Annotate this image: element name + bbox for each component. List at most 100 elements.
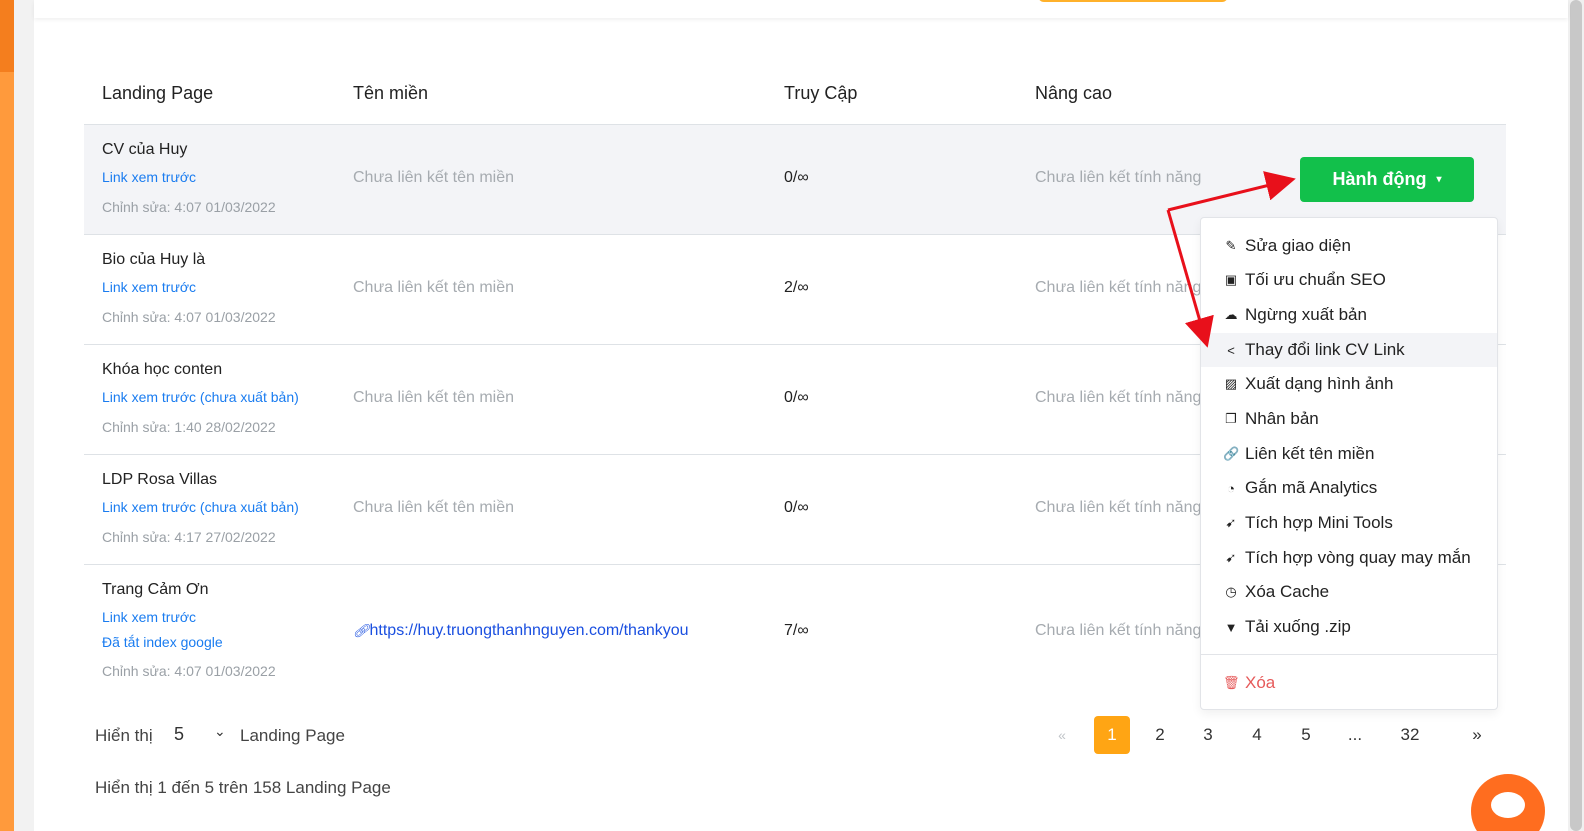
menu-item-label: Xóa Cache — [1245, 582, 1330, 601]
access-count: 0/∞ — [784, 389, 809, 406]
rocket-icon: ➹ — [1225, 550, 1237, 565]
advanced-status: Chưa liên kết tính năng — [1035, 169, 1202, 186]
chevron-down-icon[interactable]: ⌄ — [214, 724, 226, 740]
pagination-page-3[interactable]: 3 — [1190, 716, 1226, 754]
preview-link[interactable]: Link xem trước (chưa xuất bản) — [102, 389, 299, 405]
page-size-label: Hiển thị — [95, 726, 153, 745]
menu-item-seo[interactable]: ▣ Tối ưu chuẩn SEO — [1201, 263, 1497, 297]
pagination-page-1[interactable]: 1 — [1094, 716, 1130, 754]
sidebar-edge — [0, 0, 14, 831]
menu-item-label: Thay đổi link CV Link — [1245, 340, 1405, 359]
landing-page-name[interactable]: Khóa học conten — [102, 361, 222, 379]
domain-status: Chưa liên kết tên miền — [353, 279, 515, 296]
menu-item-label: Tải xuống .zip — [1245, 617, 1351, 636]
menu-item-clear-cache[interactable]: ◷ Xóa Cache — [1201, 575, 1497, 609]
landing-page-name[interactable]: LDP Rosa Villas — [102, 471, 217, 489]
clock-icon: ◷ — [1225, 584, 1237, 599]
edited-time: Chỉnh sửa: 4:07 01/03/2022 — [102, 199, 276, 215]
landing-page-name[interactable]: Bio của Huy là — [102, 251, 205, 269]
menu-item-label: Xóa — [1245, 673, 1276, 692]
menu-item-label: Tích hợp vòng quay may mắn — [1245, 548, 1471, 567]
menu-item-label: Sửa giao diện — [1245, 236, 1351, 255]
link-icon: 🔗 — [1223, 446, 1240, 461]
top-bar-button[interactable] — [1038, 0, 1228, 2]
pagination-next[interactable]: » — [1459, 716, 1495, 754]
domain-status: Chưa liên kết tên miền — [353, 499, 515, 516]
menu-item-label: Gắn mã Analytics — [1245, 478, 1378, 497]
pagination-prev[interactable]: « — [1044, 716, 1080, 754]
pagination-page-5[interactable]: 5 — [1288, 716, 1324, 754]
download-icon: ▼ — [1224, 619, 1238, 635]
chat-icon — [1491, 792, 1525, 818]
menu-item-label: Tích hợp Mini Tools — [1245, 513, 1393, 532]
preview-link[interactable]: Link xem trước (chưa xuất bản) — [102, 499, 299, 515]
cloud-upload-icon: ☁ — [1224, 307, 1238, 322]
menu-item-delete[interactable]: 🗑 Xóa — [1201, 666, 1497, 700]
rocket-icon: ➹ — [1225, 515, 1237, 530]
preview-link[interactable]: Link xem trước — [102, 279, 196, 295]
preview-link[interactable]: Link xem trước — [102, 609, 196, 625]
share-icon: < — [1227, 342, 1235, 358]
access-count: 7/∞ — [784, 622, 809, 639]
vertical-scrollbar[interactable] — [1568, 0, 1584, 831]
scrollbar-thumb[interactable] — [1570, 0, 1582, 831]
menu-item-analytics[interactable]: ◔ Gắn mã Analytics — [1201, 471, 1497, 505]
access-count: 0/∞ — [784, 499, 809, 516]
domain-url[interactable]: https://huy.truongthanhnguyen.com/thanky… — [370, 622, 689, 639]
domain-status: Chưa liên kết tên miền — [353, 169, 515, 186]
domain-link[interactable]: 🔗︎https://huy.truongthanhnguyen.com/than… — [353, 622, 689, 640]
seo-icon: ▣ — [1224, 272, 1238, 287]
edit-design-icon: ✎ — [1225, 238, 1237, 253]
page-size-select[interactable]: 5 — [174, 724, 184, 745]
menu-item-link-domain[interactable]: 🔗 Liên kết tên miền — [1201, 437, 1497, 471]
menu-item-change-cv-link[interactable]: < Thay đổi link CV Link — [1201, 333, 1497, 367]
pagination-ellipsis: ... — [1347, 725, 1363, 744]
sidebar-edge-top — [0, 0, 14, 72]
menu-item-duplicate[interactable]: ❐ Nhân bản — [1201, 402, 1497, 436]
link-icon: 🔗︎ — [353, 623, 370, 638]
domain-status: Chưa liên kết tên miền — [353, 389, 515, 406]
edited-time: Chỉnh sửa: 4:07 01/03/2022 — [102, 309, 276, 325]
access-count: 0/∞ — [784, 169, 809, 186]
landing-page-name[interactable]: Trang Cảm Ơn — [102, 581, 209, 599]
menu-item-label: Ngừng xuất bản — [1245, 305, 1367, 324]
edited-time: Chỉnh sửa: 4:17 27/02/2022 — [102, 529, 276, 545]
menu-item-edit-design[interactable]: ✎ Sửa giao diện — [1201, 229, 1497, 263]
menu-item-mini-tools[interactable]: ➹ Tích hợp Mini Tools — [1201, 506, 1497, 540]
menu-item-label: Liên kết tên miền — [1245, 444, 1375, 463]
advanced-status: Chưa liên kết tính năng — [1035, 499, 1202, 516]
menu-item-download-zip[interactable]: ▼ Tải xuống .zip — [1201, 610, 1497, 644]
pagination-page-2[interactable]: 2 — [1142, 716, 1178, 754]
pagination-page-4[interactable]: 4 — [1239, 716, 1275, 754]
results-summary: Hiển thị 1 đến 5 trên 158 Landing Page — [95, 778, 391, 797]
access-count: 2/∞ — [784, 279, 809, 296]
menu-item-export-image[interactable]: ▨ Xuất dạng hình ảnh — [1201, 367, 1497, 401]
trash-icon: 🗑 — [1223, 675, 1240, 690]
edited-time: Chỉnh sửa: 1:40 28/02/2022 — [102, 419, 276, 435]
header-advanced: Nâng cao — [1035, 83, 1113, 103]
menu-item-lucky-wheel[interactable]: ➹ Tích hợp vòng quay may mắn — [1201, 541, 1497, 575]
advanced-status: Chưa liên kết tính năng — [1035, 622, 1202, 639]
action-button-label: Hành động — [1332, 169, 1427, 189]
menu-item-label: Nhân bản — [1245, 409, 1319, 428]
duplicate-icon: ❐ — [1225, 411, 1237, 426]
pagination-page-32[interactable]: 32 — [1392, 716, 1428, 754]
advanced-status: Chưa liên kết tính năng — [1035, 389, 1202, 406]
menu-divider — [1201, 654, 1497, 655]
page-size-suffix: Landing Page — [240, 726, 345, 745]
menu-item-unpublish[interactable]: ☁ Ngừng xuất bản — [1201, 298, 1497, 332]
action-dropdown-menu: ✎ Sửa giao diện ▣ Tối ưu chuẩn SEO ☁ Ngừng … — [1200, 217, 1498, 710]
menu-item-label: Tối ưu chuẩn SEO — [1245, 270, 1386, 289]
menu-item-label: Xuất dạng hình ảnh — [1245, 374, 1394, 393]
landing-page-name[interactable]: CV của Huy — [102, 141, 187, 159]
header-domain: Tên miền — [353, 83, 429, 103]
image-icon: ▨ — [1224, 376, 1238, 391]
index-status-link[interactable]: Đã tắt index google — [102, 634, 223, 650]
analytics-icon: ◔ — [1227, 480, 1235, 496]
header-landing-page: Landing Page — [102, 83, 214, 103]
preview-link[interactable]: Link xem trước — [102, 169, 196, 185]
landing-page-panel: Landing Page Tên miền Truy Cập Nâng cao … — [34, 0, 1568, 831]
top-bar — [34, 0, 1568, 18]
action-button[interactable]: Hành động ▾ — [1300, 157, 1474, 202]
header-access: Truy Cập — [784, 83, 858, 103]
